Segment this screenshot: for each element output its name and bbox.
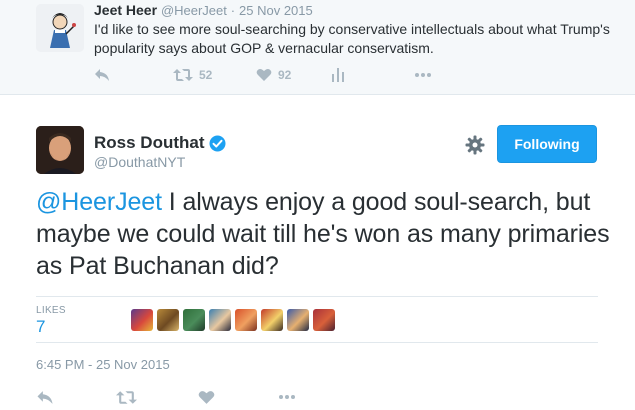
liker-avatar-8[interactable] xyxy=(313,309,335,331)
main-more-button[interactable] xyxy=(278,388,296,406)
parent-like-button[interactable]: 92 xyxy=(256,66,291,84)
parent-action-bar: 52 92 xyxy=(94,66,494,84)
gear-icon[interactable] xyxy=(464,134,486,156)
parent-tweet[interactable]: Jeet Heer @HeerJeet · 25 Nov 2015 I'd li… xyxy=(0,0,635,95)
verified-badge-icon xyxy=(209,135,226,152)
parent-more-button[interactable] xyxy=(414,66,432,84)
heart-icon xyxy=(256,68,272,82)
following-button[interactable]: Following xyxy=(497,125,597,163)
liker-avatar-1[interactable] xyxy=(131,309,153,331)
main-retweet-button[interactable] xyxy=(116,388,137,406)
more-icon xyxy=(278,394,296,400)
liker-avatar-4[interactable] xyxy=(209,309,231,331)
parent-timestamp[interactable]: 25 Nov 2015 xyxy=(239,3,313,18)
parent-avatar[interactable] xyxy=(36,4,84,52)
liker-avatar-2[interactable] xyxy=(157,309,179,331)
stats-divider-top xyxy=(36,296,598,297)
main-tweet-text: @HeerJeet I always enjoy a good soul-sea… xyxy=(36,186,621,282)
main-author-handle[interactable]: @DouthatNYT xyxy=(94,154,185,170)
reply-icon xyxy=(94,68,110,82)
parent-author-name[interactable]: Jeet Heer xyxy=(94,2,157,18)
liker-avatars xyxy=(131,309,339,331)
parent-separator: · xyxy=(230,3,236,18)
parent-reply-button[interactable] xyxy=(94,66,110,84)
parent-like-count: 92 xyxy=(278,68,292,82)
mention-link[interactable]: @HeerJeet xyxy=(36,188,162,216)
main-reply-button[interactable] xyxy=(36,388,54,406)
liker-avatar-5[interactable] xyxy=(235,309,257,331)
parent-author-handle[interactable]: @HeerJeet xyxy=(161,3,227,18)
main-like-button[interactable] xyxy=(198,388,215,406)
main-author-name[interactable]: Ross Douthat xyxy=(94,133,205,153)
likes-label[interactable]: LIKES xyxy=(36,305,66,316)
more-icon xyxy=(414,72,432,78)
parent-analytics-button[interactable] xyxy=(332,66,344,84)
main-action-bar xyxy=(36,388,336,408)
retweet-icon xyxy=(116,390,137,405)
analytics-icon xyxy=(332,68,344,82)
likes-count[interactable]: 7 xyxy=(36,317,45,337)
parent-retweet-count: 52 xyxy=(199,68,213,82)
main-author-row: Ross Douthat xyxy=(94,133,226,153)
stats-divider-bottom xyxy=(36,342,598,343)
reply-icon xyxy=(36,390,54,405)
main-avatar[interactable] xyxy=(36,126,84,174)
liker-avatar-6[interactable] xyxy=(261,309,283,331)
main-timestamp[interactable]: 6:45 PM - 25 Nov 2015 xyxy=(36,357,170,372)
liker-avatar-3[interactable] xyxy=(183,309,205,331)
retweet-icon xyxy=(173,68,193,82)
parent-header: Jeet Heer @HeerJeet · 25 Nov 2015 xyxy=(94,2,313,18)
parent-retweet-button[interactable]: 52 xyxy=(173,66,212,84)
liker-avatar-7[interactable] xyxy=(287,309,309,331)
parent-tweet-text: I'd like to see more soul-searching by c… xyxy=(94,21,610,56)
heart-icon xyxy=(198,390,215,405)
